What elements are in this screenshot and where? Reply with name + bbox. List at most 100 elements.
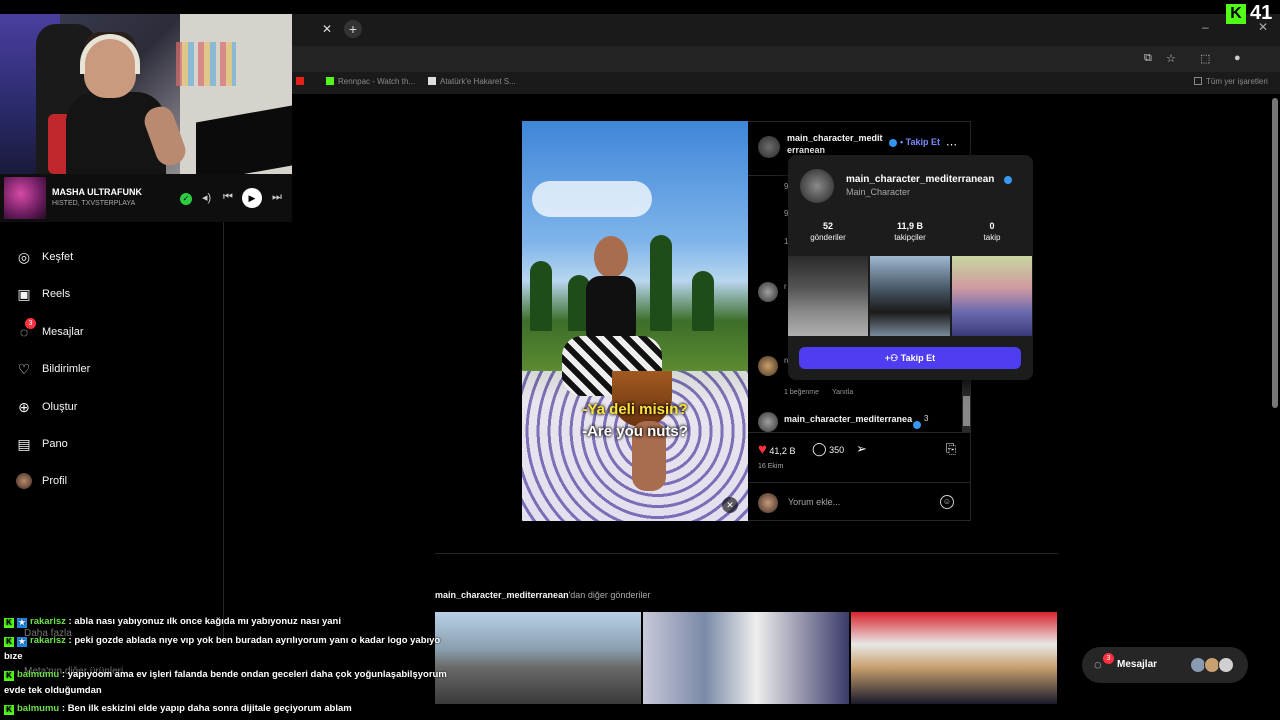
tab-close-icon[interactable]: ✕ (322, 22, 332, 36)
section-divider (435, 553, 1058, 554)
comment-fragment: r (784, 282, 787, 291)
browser-tab-bar: ✕ + – ✕ (292, 14, 1280, 46)
volume-icon[interactable]: ◂) (202, 191, 211, 204)
avatar[interactable] (800, 169, 834, 203)
sidebar-item-create[interactable]: ⊕ Oluştur (16, 396, 77, 418)
music-player: MASHA ULTRAFUNK HISTED, TXVSTERPLAYA ✓ ◂… (0, 174, 292, 222)
webcam-feed (0, 14, 292, 174)
sidebar-item-dashboard[interactable]: ▤ Pano (16, 433, 67, 455)
emoji-icon[interactable]: ☺ (940, 495, 954, 509)
saved-check-icon[interactable]: ✓ (180, 193, 192, 205)
sub-badge-icon: ★ (17, 618, 27, 628)
comment-input[interactable]: Yorum ekle... (788, 497, 840, 507)
profile-avatar-icon[interactable]: ● (1234, 52, 1241, 64)
comment-likes: 1 beğenme (784, 389, 820, 396)
sidebar-item-label: Profil (42, 475, 68, 487)
comment-username[interactable]: main_character_mediterranea (784, 414, 912, 424)
subtitle-turkish: -Ya deli misin? (582, 401, 688, 418)
kick-badge-icon: K (4, 671, 14, 681)
share-icon[interactable]: ➢ (856, 441, 867, 457)
next-track-icon[interactable]: ⏭ (272, 191, 282, 204)
folder-icon (1194, 77, 1202, 85)
grid-post-thumbnail[interactable] (851, 612, 1057, 704)
add-user-icon: +⚇ (884, 353, 899, 363)
grid-post-thumbnail[interactable] (435, 612, 641, 704)
avatar-icon (16, 473, 32, 489)
album-art (4, 177, 46, 219)
messages-pill-button[interactable]: ◌ 3 Mesajlar (1082, 647, 1248, 683)
comment-composer: Yorum ekle... ☺ (748, 482, 971, 522)
page-scrollbar[interactable] (1271, 98, 1279, 710)
comment-bubble-icon: ◯ (812, 441, 827, 456)
post-actions: ♥ 41,2 B ◯ 350 ➢ ⎘ 16 Ekim (748, 432, 971, 482)
play-button[interactable]: ▶ (242, 188, 262, 208)
hover-username[interactable]: main_character_mediterranean (846, 174, 994, 185)
chat-message: K ★ rakarisz : peki gozde ablada nıye vıp … (4, 635, 441, 662)
verified-badge-icon (1004, 176, 1012, 184)
sub-badge-icon: ★ (17, 637, 27, 647)
sidebar-item-reels[interactable]: ▣ Reels (16, 283, 70, 305)
save-bookmark-icon[interactable]: ⎘ (946, 441, 956, 457)
grid-post-thumbnail[interactable] (643, 612, 849, 704)
comment-button[interactable]: ◯ 350 (812, 441, 844, 457)
comment-avatar[interactable] (758, 412, 778, 432)
avatar (1218, 657, 1234, 673)
recent-post-thumbnail[interactable] (870, 256, 950, 336)
stat-following[interactable]: 0 takip (952, 221, 1032, 242)
install-app-icon[interactable]: ⧉ (1144, 52, 1152, 65)
bookmark-star-icon[interactable]: ☆ (1166, 52, 1176, 65)
plus-square-icon: ⊕ (18, 398, 30, 415)
extensions-icon[interactable]: ⬚ (1200, 52, 1210, 65)
sidebar-item-label: Keşfet (42, 251, 74, 263)
unread-badge: 3 (1103, 653, 1114, 664)
sidebar-item-label: Reels (42, 288, 71, 300)
avatar[interactable] (758, 136, 780, 158)
comment-fragment: 3 (924, 414, 929, 423)
kick-badge-icon: K (4, 637, 14, 647)
messages-label: Mesajlar (1117, 659, 1158, 670)
address-bar[interactable]: ⧉ ☆ ⬚ ● (292, 46, 1280, 72)
unread-badge: 3 (25, 318, 36, 329)
post-date: 16 Ekim (758, 463, 784, 470)
sidebar-item-label: Bildirimler (42, 363, 91, 375)
kick-badge-icon: K (4, 705, 14, 715)
bookmark-item[interactable]: Atatürk'e Hakaret S... (428, 77, 516, 86)
reply-link[interactable]: Yanıtla (832, 389, 853, 396)
follow-button[interactable]: +⚇ Takip Et (799, 347, 1021, 369)
more-options-icon[interactable]: ⋯ (946, 138, 957, 151)
verified-badge-icon (889, 139, 897, 147)
mute-icon[interactable]: ✕ (722, 497, 738, 513)
new-tab-button[interactable]: + (344, 20, 362, 38)
messenger-icon: ◌ 3 (16, 318, 36, 340)
subtitle-english: -Are you nuts? (582, 423, 688, 440)
kick-icon (326, 77, 334, 85)
chat-message: Kbalmumu : Ben ilk eskizini elde yapıp d… (4, 701, 456, 717)
heart-icon: ♡ (17, 360, 31, 377)
recent-post-thumbnail[interactable] (788, 256, 868, 336)
comment-avatar[interactable] (758, 356, 778, 376)
follow-link[interactable]: • Takip Et (900, 137, 940, 147)
sidebar-item-explore[interactable]: ◎ Keşfet (16, 246, 73, 268)
avatar (758, 493, 778, 513)
verified-badge-icon (913, 421, 921, 429)
like-button[interactable]: ♥ 41,2 B (758, 441, 795, 458)
sidebar-item-notifications[interactable]: ♡ Bildirimler (16, 358, 91, 380)
recent-post-thumbnail[interactable] (952, 256, 1032, 336)
post-video[interactable]: -Ya deli misin? -Are you nuts? ✕ (522, 121, 748, 521)
previous-track-icon[interactable]: ⏮ (223, 191, 233, 204)
post-username[interactable]: main_character_mediterranean (787, 132, 887, 156)
track-artist: HISTED, TXVSTERPLAYA (52, 200, 136, 207)
stat-posts: 52 gönderiler (810, 221, 846, 242)
all-bookmarks[interactable]: Tüm yer işaretleri (1194, 77, 1268, 86)
reels-icon: ▣ (17, 285, 31, 302)
bookmark-item[interactable]: Rennpac - Watch th... (326, 77, 415, 86)
minimize-icon[interactable]: – (1202, 20, 1209, 34)
youtube-bookmark-icon[interactable] (296, 77, 308, 86)
comment-avatar[interactable] (758, 282, 778, 302)
bookmarks-bar: Rennpac - Watch th... Atatürk'e Hakaret … (292, 72, 1280, 94)
stat-followers[interactable]: 11,9 B takipçiler (870, 221, 950, 242)
sidebar-item-profile[interactable]: Profil (16, 470, 67, 492)
sidebar-item-messages[interactable]: ◌ 3 Mesajlar (16, 318, 84, 343)
track-title: MASHA ULTRAFUNK (52, 187, 142, 197)
profile-hover-card: main_character_mediterranean Main_Charac… (788, 155, 1033, 380)
